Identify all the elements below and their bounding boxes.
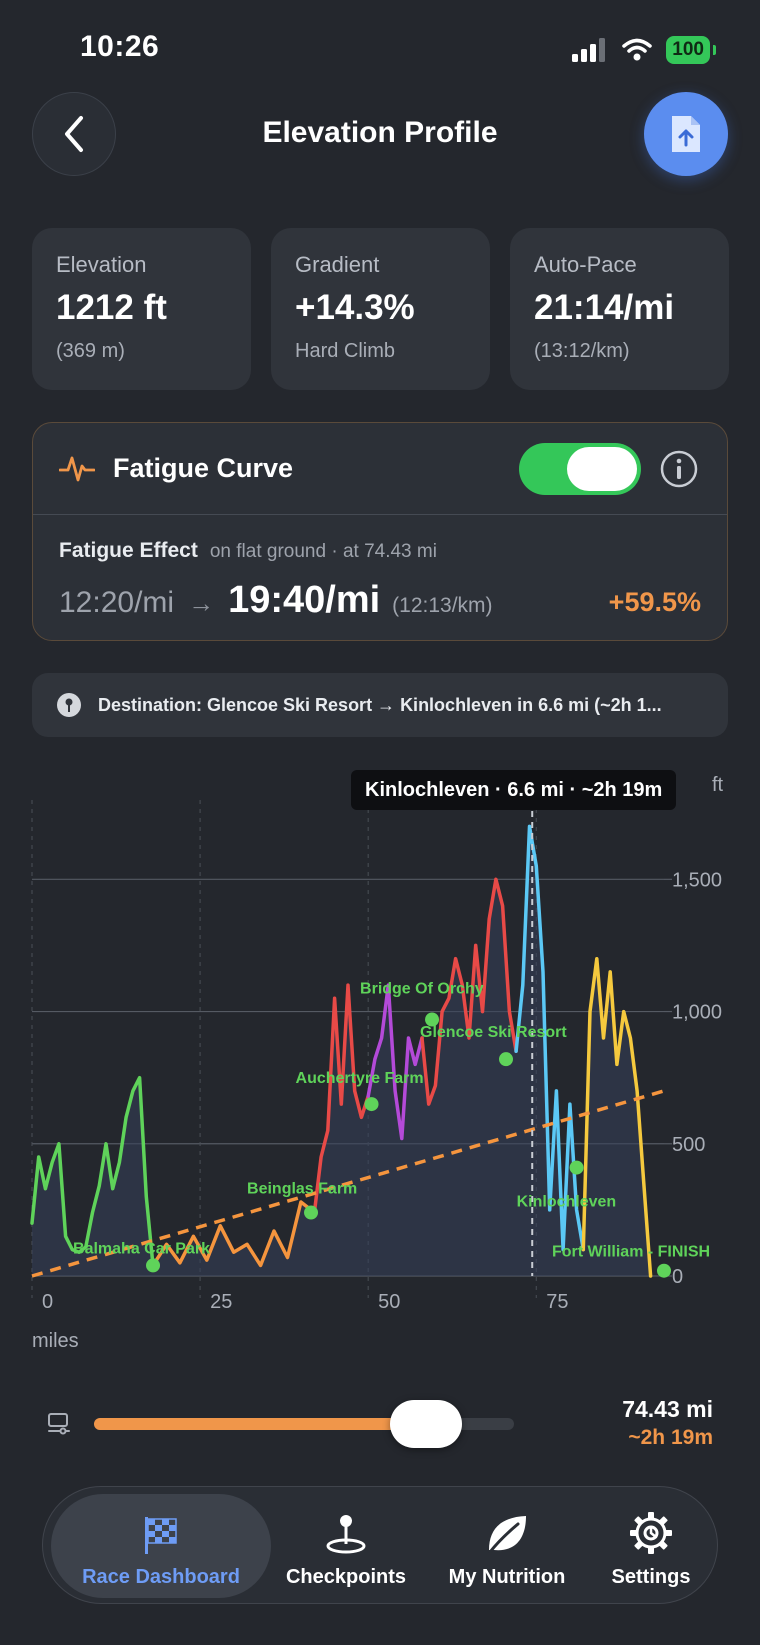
pin-icon bbox=[57, 693, 81, 717]
gear-icon bbox=[630, 1512, 672, 1554]
pulse-icon bbox=[59, 456, 95, 481]
pace-to-km: (12:13/km) bbox=[392, 594, 493, 617]
x-tick-label: 75 bbox=[546, 1291, 568, 1313]
checkpoint-marker bbox=[364, 1097, 379, 1112]
y-tick-label: 1,000 bbox=[672, 1002, 722, 1024]
wifi-icon bbox=[622, 38, 653, 61]
fatigue-toggle[interactable] bbox=[519, 443, 641, 495]
destination-text: Destination: Glencoe Ski Resort → Kinloc… bbox=[98, 694, 662, 715]
stat-value: 21:14/mi bbox=[534, 288, 675, 327]
checkpoint-label: Kinlochleven bbox=[517, 1194, 617, 1211]
map-pin-icon bbox=[326, 1515, 366, 1554]
arrow-right-icon: → bbox=[188, 588, 215, 618]
checkpoint-label: Glencoe Ski Resort bbox=[420, 1024, 567, 1041]
checkpoint-marker bbox=[569, 1160, 584, 1175]
fatigue-card: Fatigue Curve Fatigue Effect on flat gro… bbox=[32, 422, 728, 641]
tab-race-dashboard[interactable]: Race Dashboard bbox=[51, 1487, 271, 1603]
toggle-knob bbox=[567, 447, 637, 491]
x-axis-unit: miles bbox=[32, 1330, 79, 1352]
fatigue-effect-note: on flat ground · at 74.43 mi bbox=[209, 541, 437, 562]
fatigue-increase: +59.5% bbox=[608, 587, 701, 617]
info-icon[interactable] bbox=[659, 449, 699, 489]
destination-banner[interactable]: Destination: Glencoe Ski Resort → Kinloc… bbox=[32, 673, 728, 737]
stat-sub: (369 m) bbox=[56, 340, 125, 362]
stat-label: Auto-Pace bbox=[534, 252, 637, 277]
checkpoint-label: Bridge Of Orchy bbox=[360, 980, 484, 997]
fatigue-effect-row: Fatigue Effect on flat ground · at 74.43… bbox=[59, 539, 437, 563]
tab-label: Race Dashboard bbox=[82, 1566, 240, 1588]
pace-from: 12:20/mi bbox=[59, 586, 175, 619]
tab-my-nutrition[interactable]: My Nutrition bbox=[429, 1487, 585, 1603]
slider-settings-icon[interactable] bbox=[46, 1410, 72, 1436]
elevation-chart[interactable]: 1,500 1,000 500 0 0 25 50 75 Balmaha Car Park Bei… bbox=[0, 760, 760, 1320]
x-tick-label: 25 bbox=[210, 1291, 232, 1313]
status-time: 10:26 bbox=[80, 30, 160, 63]
stat-card-elevation: Elevation 1212 ft (369 m) bbox=[32, 228, 251, 390]
tab-label: My Nutrition bbox=[448, 1566, 566, 1588]
checkered-flag-icon bbox=[145, 1517, 177, 1554]
stat-label: Elevation bbox=[56, 252, 147, 277]
x-tick-label: 50 bbox=[378, 1291, 400, 1313]
stat-label: Gradient bbox=[295, 252, 380, 277]
signal-icon bbox=[572, 38, 606, 62]
export-button[interactable] bbox=[644, 92, 728, 176]
distance-slider-thumb[interactable] bbox=[389, 1400, 462, 1448]
checkpoint-label: Fort William - FINISH bbox=[552, 1244, 710, 1261]
leaf-icon bbox=[488, 1516, 526, 1554]
tab-bar: Race Dashboard Checkpoints My Nutrition bbox=[42, 1486, 718, 1604]
x-tick-label: 0 bbox=[42, 1291, 53, 1313]
checkpoint-label: Auchertyre Farm bbox=[296, 1070, 424, 1087]
stat-sub: Hard Climb bbox=[295, 340, 396, 362]
checkpoint-marker bbox=[304, 1205, 319, 1220]
slider-distance: 74.43 mi bbox=[622, 1396, 713, 1422]
tab-settings[interactable]: Settings bbox=[589, 1487, 713, 1603]
chart-tooltip: Kinlochleven · 6.6 mi · ~2h 19m bbox=[351, 770, 677, 810]
fatigue-title: Fatigue Curve bbox=[113, 453, 294, 483]
tab-label: Checkpoints bbox=[285, 1566, 407, 1588]
checkpoint-label: Beinglas Farm bbox=[247, 1181, 357, 1198]
y-axis-unit: ft bbox=[712, 774, 724, 796]
slider-eta: ~2h 19m bbox=[628, 1426, 713, 1449]
fatigue-effect-label: Fatigue Effect bbox=[59, 539, 198, 562]
checkpoint-marker bbox=[657, 1263, 671, 1278]
stat-card-auto-pace: Auto-Pace 21:14/mi (13:12/km) bbox=[510, 228, 729, 390]
battery-indicator: 100 bbox=[666, 36, 716, 64]
stat-card-gradient: Gradient +14.3% Hard Climb bbox=[271, 228, 490, 390]
y-tick-label: 1,500 bbox=[672, 869, 722, 891]
y-tick-label: 500 bbox=[672, 1134, 705, 1156]
stat-value: +14.3% bbox=[295, 288, 415, 327]
checkpoint-marker bbox=[146, 1258, 161, 1273]
distance-slider-fill bbox=[94, 1418, 426, 1430]
tab-checkpoints[interactable]: Checkpoints bbox=[271, 1487, 421, 1603]
tab-label: Settings bbox=[611, 1566, 691, 1588]
stat-value: 1212 ft bbox=[56, 288, 167, 327]
checkpoint-marker bbox=[499, 1052, 513, 1067]
checkpoint-label: Balmaha Car Park bbox=[73, 1240, 210, 1257]
file-upload-icon bbox=[672, 116, 700, 152]
fatigue-header: Fatigue Curve bbox=[33, 423, 727, 515]
fatigue-pace-row: 12:20/mi → 19:40/mi (12:13/km) bbox=[59, 579, 493, 622]
stat-sub: (13:12/km) bbox=[534, 340, 630, 362]
pace-to: 19:40/mi bbox=[228, 579, 381, 621]
status-icons: 100 bbox=[572, 36, 716, 64]
y-tick-label: 0 bbox=[672, 1266, 683, 1288]
